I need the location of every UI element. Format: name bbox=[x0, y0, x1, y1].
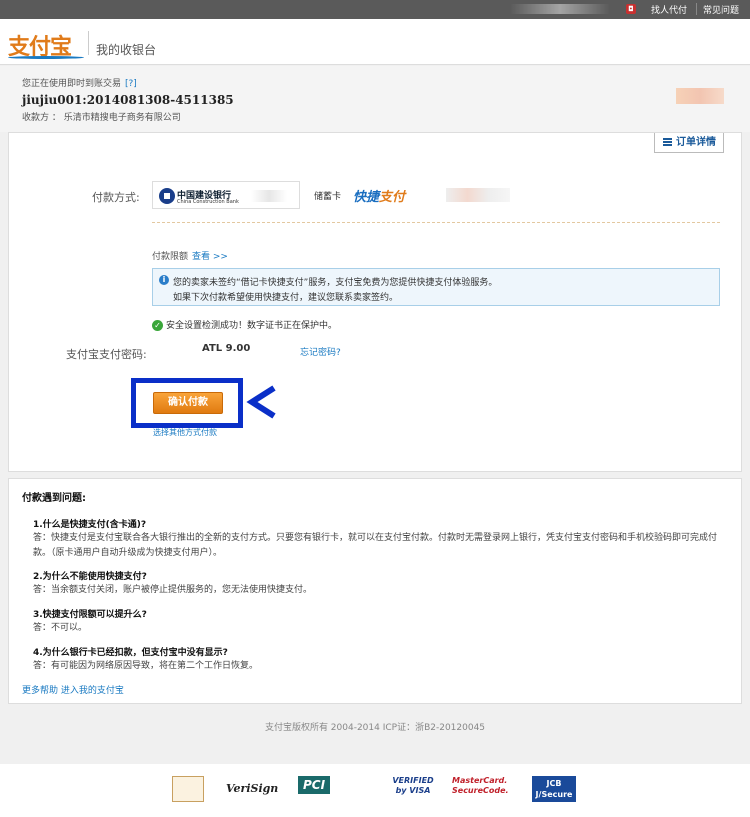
alipay-logo[interactable]: 支付宝 bbox=[8, 29, 84, 61]
ccb-bank-icon bbox=[159, 188, 175, 204]
payee: 收款方 ： 乐清市精搜电子商务有限公司 bbox=[22, 113, 181, 123]
payment-limit-label: 付款限额 bbox=[152, 252, 189, 262]
faq-answer: 答：有可能因为网络原因导致，将在第二个工作日恢复。 bbox=[33, 661, 259, 671]
other-method-link[interactable]: 选择其他方式付款 bbox=[153, 427, 217, 438]
faq-question: 3.快捷支付限额可以提升么? bbox=[33, 610, 147, 620]
verisign-badge: VeriSign bbox=[226, 782, 279, 795]
page-subtitle: 我的收银台 bbox=[96, 43, 157, 57]
view-limit-link[interactable]: 查看 >> bbox=[192, 252, 228, 262]
dashed-divider bbox=[152, 222, 720, 223]
notice-line-1: 您的卖家未签约“借记卡快捷支付”服务，支付宝免费为您提供快捷支付体验服务。 bbox=[173, 278, 498, 288]
header: 支付宝 我的收银台 bbox=[0, 19, 750, 65]
security-status: ✓ 安全设置检测成功！数字证书正在保护中。 bbox=[152, 318, 337, 331]
security-badges: VeriSign PCI VERIFIED by VISA MasterCard… bbox=[0, 764, 750, 817]
faq-link[interactable]: 常见问题 bbox=[703, 3, 739, 16]
blurred-limit bbox=[446, 188, 510, 202]
notice-line-2: 如果下次付款希望使用快捷支付，建议您联系卖家签约。 bbox=[173, 293, 399, 303]
card-type: 储蓄卡 bbox=[314, 192, 342, 202]
order-detail-label: 订单详情 bbox=[676, 137, 716, 148]
blurred-amount bbox=[676, 88, 724, 104]
bank-selector[interactable]: 中国建设银行 China Construction Bank bbox=[152, 181, 300, 209]
express-pay-logo: 快捷支付 bbox=[353, 186, 405, 205]
faq-title: 付款遇到问题: bbox=[22, 493, 86, 504]
help-link[interactable]: [?] bbox=[125, 79, 137, 89]
order-number: jiujiu001:2014081308-4511385 bbox=[22, 93, 234, 107]
order-detail-tab[interactable]: 订单详情 bbox=[654, 133, 724, 153]
password-label: 支付宝支付密码: bbox=[66, 348, 147, 361]
faq-panel: 1.什么是快捷支付(含卡通)? 答：快捷支付是支付宝联合各大银行推出的全新的支付… bbox=[8, 478, 742, 704]
faq-question: 4.为什么银行卡已经扣款，但支付宝中没有显示? bbox=[33, 648, 228, 658]
check-icon: ✓ bbox=[152, 320, 163, 331]
list-icon bbox=[663, 138, 672, 146]
faq-question: 1.什么是快捷支付(含卡通)? bbox=[33, 520, 147, 530]
transaction-type: 您正在使用即时到账交易 [?] bbox=[22, 76, 137, 89]
order-info: 您正在使用即时到账交易 [?] jiujiu001:2014081308-4511… bbox=[0, 66, 750, 132]
pci-badge: PCI bbox=[298, 776, 370, 802]
info-notice: i 您的卖家未签约“借记卡快捷支付”服务，支付宝免费为您提供快捷支付体验服务。 … bbox=[152, 268, 720, 306]
transaction-type-label: 您正在使用即时到账交易 bbox=[22, 79, 122, 89]
copyright: 支付宝版权所有 2004-2014 ICP证：浙B2-20120045 bbox=[264, 723, 486, 733]
mastercard-securecode-badge: MasterCard. SecureCode. bbox=[452, 776, 509, 795]
pci-label: PCI bbox=[298, 776, 331, 794]
express-pay-logo-a: 快捷 bbox=[353, 190, 380, 205]
faq-answer: 答：当余额支付关闭，账户被停止提供服务的，您无法使用快捷支付。 bbox=[33, 585, 313, 595]
verified-by-visa-badge: VERIFIED by VISA bbox=[392, 776, 434, 795]
more-help-link[interactable]: 更多帮助 进入我的支付宝 bbox=[22, 683, 124, 696]
certificate-badge-icon bbox=[172, 776, 204, 802]
logo-swoosh bbox=[8, 56, 84, 59]
info-icon: i bbox=[159, 275, 169, 285]
top-bar: ◘ 找人代付 常见问题 bbox=[0, 0, 750, 19]
security-status-text: 安全设置检测成功！数字证书正在保护中。 bbox=[166, 321, 338, 331]
header-divider bbox=[88, 31, 89, 55]
payment-method-label: 付款方式: bbox=[92, 191, 140, 204]
pointer-arrow-icon bbox=[246, 385, 276, 419]
payment-limit: 付款限额 查看 >> bbox=[152, 249, 228, 262]
jcb-jsecure-badge: JCB J/Secure bbox=[532, 776, 576, 802]
faq-answer: 答：不可以。 bbox=[33, 623, 88, 633]
forgot-password-link[interactable]: 忘记密码? bbox=[300, 345, 341, 358]
blurred-user-info bbox=[510, 4, 610, 14]
express-pay-logo-b: 支付 bbox=[379, 190, 406, 205]
password-field[interactable]: ATL 9.00 bbox=[202, 343, 250, 354]
blurred-card-number bbox=[251, 190, 287, 202]
bank-name-en: China Construction Bank bbox=[177, 199, 239, 205]
alipay-user-icon: ◘ bbox=[626, 4, 636, 14]
topbar-divider bbox=[696, 3, 697, 15]
faq-answer: 答：快捷支付是支付宝联合各大银行推出的全新的支付方式。只要您有银行卡，就可以在支… bbox=[33, 533, 718, 558]
confirm-payment-button[interactable]: 确认付款 bbox=[153, 392, 223, 414]
find-payer-link[interactable]: 找人代付 bbox=[651, 3, 687, 16]
faq-question: 2.为什么不能使用快捷支付? bbox=[33, 572, 147, 582]
